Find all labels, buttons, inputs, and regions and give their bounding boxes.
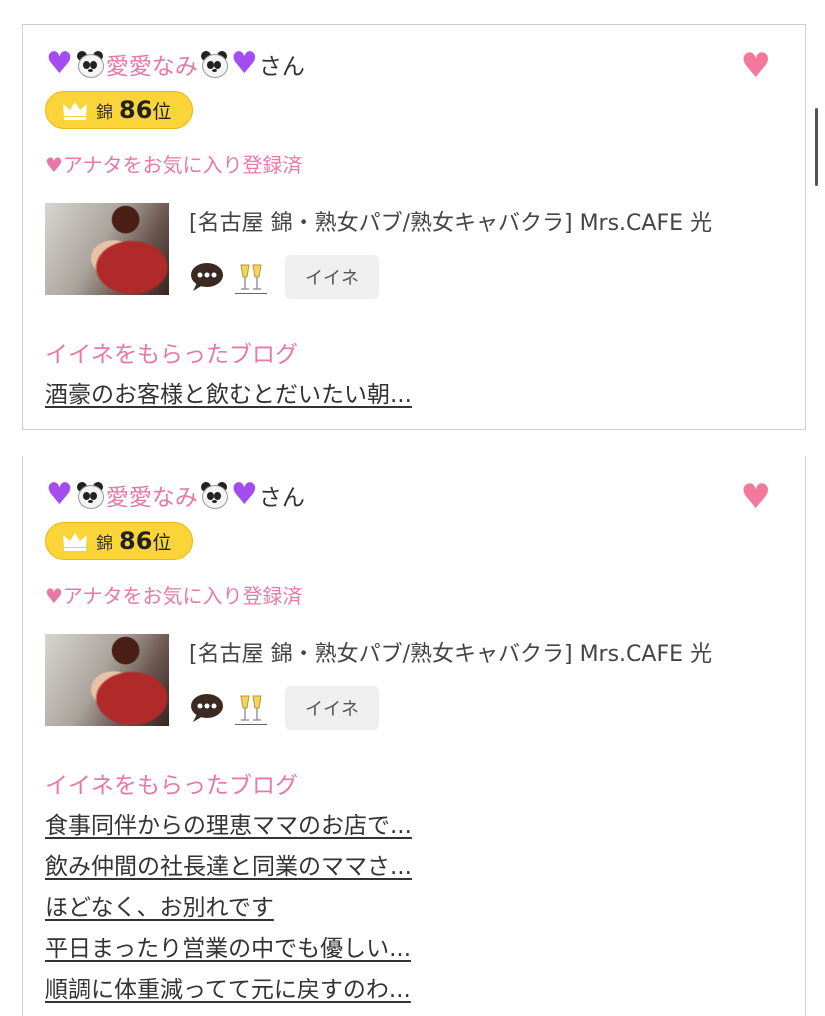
shop-info[interactable]: [名古屋 錦・熟女パブ/熟女キャバクラ] Mrs.CAFE 光: [189, 205, 712, 237]
rank-badge: 錦 86 位: [45, 522, 193, 560]
profile-thumbnail[interactable]: [45, 634, 169, 726]
scrollbar-thumb[interactable]: [815, 108, 818, 186]
action-row: イイネ: [189, 686, 379, 730]
honorific: さん: [258, 54, 305, 80]
honorific: さん: [258, 485, 305, 511]
rank-suffix: 位: [152, 531, 172, 554]
shop-info[interactable]: [名古屋 錦・熟女パブ/熟女キャバクラ] Mrs.CAFE 光: [189, 636, 712, 668]
rank-suffix: 位: [152, 100, 172, 123]
purple-heart-icon: ♥: [230, 477, 258, 512]
blog-link[interactable]: ほどなく、お別れです: [45, 888, 412, 929]
user-name-row[interactable]: ♥ 愛愛なみ ♥ さん: [45, 478, 305, 512]
iine-button[interactable]: イイネ: [285, 255, 379, 299]
blog-link[interactable]: 食事同伴からの理恵ママのお店で...: [45, 806, 412, 847]
favorite-heart-icon[interactable]: ♥: [741, 49, 771, 83]
user-name-row[interactable]: ♥ 愛愛なみ ♥ さん: [45, 47, 305, 81]
user-card: ♥ 愛愛なみ ♥ さん ♥ 錦 86 位 ♥アナタをお気に入り登録済 [名古屋 …: [22, 456, 806, 1016]
blog-list: 酒豪のお客様と飲むとだいたい朝...: [45, 375, 412, 416]
panda-icon: [76, 50, 104, 78]
chat-bubble-icon[interactable]: [189, 692, 225, 724]
blog-link[interactable]: 酒豪のお客様と飲むとだいたい朝...: [45, 375, 412, 416]
purple-heart-icon: ♥: [230, 46, 258, 81]
user-card: ♥ 愛愛なみ ♥ さん ♥ 錦 86 位 ♥アナタをお気に入り登録済 [名古屋 …: [22, 24, 806, 430]
purple-heart-icon: ♥: [46, 477, 73, 512]
rank-area: 錦: [96, 533, 113, 554]
iine-button[interactable]: イイネ: [285, 686, 379, 730]
favorite-status: ♥アナタをお気に入り登録済: [45, 584, 303, 608]
blog-list: 食事同伴からの理恵ママのお店で... 飲み仲間の社長達と同業のママさ... ほど…: [45, 806, 412, 1011]
rank-number: 86: [119, 96, 153, 124]
user-name[interactable]: 愛愛なみ: [106, 47, 198, 81]
panda-icon: [200, 50, 228, 78]
panda-icon: [76, 481, 104, 509]
favorite-status: ♥アナタをお気に入り登録済: [45, 153, 303, 177]
crown-icon: [63, 533, 87, 551]
favorite-heart-icon[interactable]: ♥: [741, 480, 771, 514]
blog-section-title: イイネをもらったブログ: [45, 773, 298, 799]
rank-number: 86: [119, 527, 153, 555]
profile-thumbnail[interactable]: [45, 203, 169, 295]
action-row: イイネ: [189, 255, 379, 299]
blog-section-title: イイネをもらったブログ: [45, 342, 298, 368]
crown-icon: [63, 102, 87, 120]
user-name[interactable]: 愛愛なみ: [106, 478, 198, 512]
champagne-glasses-icon[interactable]: [235, 261, 267, 294]
chat-bubble-icon[interactable]: [189, 261, 225, 293]
champagne-glasses-icon[interactable]: [235, 692, 267, 725]
panda-icon: [200, 481, 228, 509]
rank-area: 錦: [96, 102, 113, 123]
blog-link[interactable]: 順調に体重減ってて元に戻すのわ...: [45, 970, 412, 1011]
purple-heart-icon: ♥: [46, 46, 73, 81]
blog-link[interactable]: 飲み仲間の社長達と同業のママさ...: [45, 847, 412, 888]
blog-link[interactable]: 平日まったり営業の中でも優しい...: [45, 929, 412, 970]
rank-badge: 錦 86 位: [45, 91, 193, 129]
